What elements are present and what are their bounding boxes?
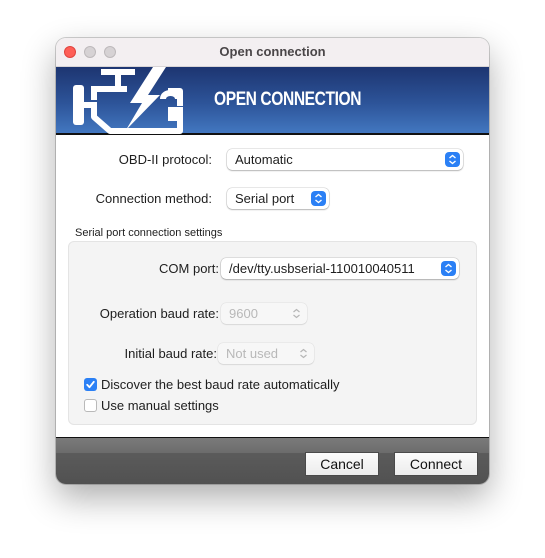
checkmark-icon bbox=[86, 380, 95, 389]
manual-settings-checkbox[interactable] bbox=[84, 399, 97, 412]
serial-settings-group: COM port: /dev/tty.usbserial-11001004051… bbox=[68, 241, 477, 425]
protocol-select-value: Automatic bbox=[235, 152, 293, 167]
com-port-select-value: /dev/tty.usbserial-110010040511 bbox=[229, 261, 415, 276]
window-title: Open connection bbox=[219, 44, 326, 59]
connection-method-label: Connection method: bbox=[95, 191, 212, 206]
up-down-chevron-icon bbox=[311, 191, 326, 206]
open-connection-dialog: Open connection OPEN CONNECTION OBD-II p… bbox=[56, 38, 489, 484]
connection-method-select[interactable]: Serial port bbox=[227, 188, 329, 209]
connection-method-select-value: Serial port bbox=[235, 191, 295, 206]
dialog-content: OBD-II protocol: Automatic Connection me… bbox=[56, 135, 489, 438]
initial-baud-select-value: Not used bbox=[226, 346, 279, 361]
banner-title: OPEN CONNECTION bbox=[214, 89, 362, 110]
initial-baud-select[interactable]: Not used bbox=[218, 343, 314, 364]
operation-baud-label: Operation baud rate: bbox=[99, 306, 219, 321]
auto-baud-checkbox[interactable] bbox=[84, 378, 97, 391]
connect-button[interactable]: Connect bbox=[394, 452, 478, 476]
com-port-select[interactable]: /dev/tty.usbserial-110010040511 bbox=[221, 258, 459, 279]
com-port-label: COM port: bbox=[159, 261, 219, 276]
title-bar: Open connection bbox=[56, 38, 489, 67]
protocol-select[interactable]: Automatic bbox=[227, 149, 463, 170]
protocol-label: OBD-II protocol: bbox=[118, 152, 212, 167]
operation-baud-select-value: 9600 bbox=[229, 306, 258, 321]
auto-baud-label: Discover the best baud rate automaticall… bbox=[101, 377, 340, 392]
header-banner: OPEN CONNECTION bbox=[56, 67, 489, 135]
manual-settings-label: Use manual settings bbox=[101, 398, 219, 413]
up-down-chevron-icon bbox=[445, 152, 460, 167]
up-down-chevron-icon bbox=[441, 261, 456, 276]
up-down-chevron-icon bbox=[289, 306, 304, 321]
operation-baud-select[interactable]: 9600 bbox=[221, 303, 307, 324]
up-down-chevron-icon bbox=[296, 346, 311, 361]
serial-settings-section-title: Serial port connection settings bbox=[75, 227, 223, 239]
auto-baud-checkbox-row[interactable]: Discover the best baud rate automaticall… bbox=[84, 377, 339, 392]
cancel-button[interactable]: Cancel bbox=[305, 452, 379, 476]
initial-baud-label: Initial baud rate: bbox=[124, 346, 217, 361]
manual-settings-checkbox-row[interactable]: Use manual settings bbox=[84, 398, 219, 413]
dialog-footer: Cancel Connect bbox=[56, 438, 489, 484]
engine-check-lightning-icon bbox=[73, 67, 183, 134]
